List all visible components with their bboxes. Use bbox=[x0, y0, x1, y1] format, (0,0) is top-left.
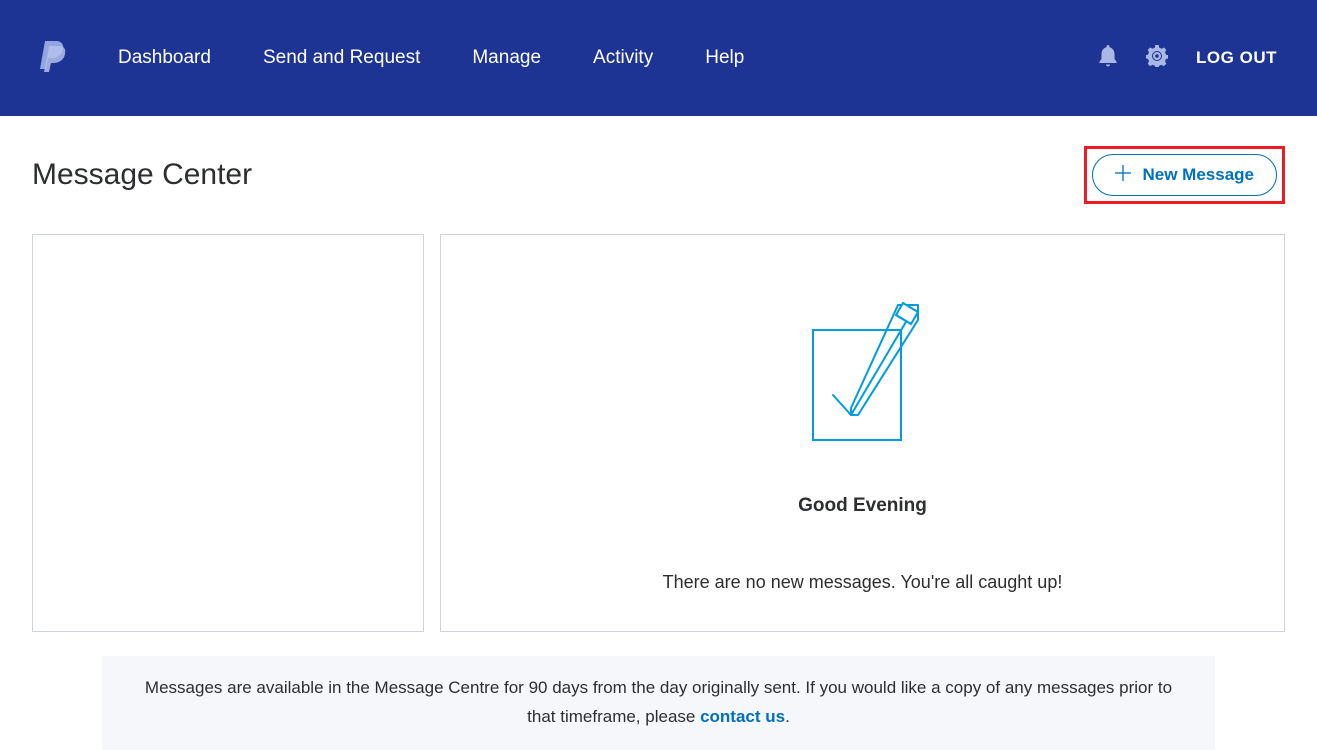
highlight-box: New Message bbox=[1084, 146, 1286, 204]
nav-dashboard[interactable]: Dashboard bbox=[118, 47, 211, 69]
compose-illustration-icon bbox=[803, 300, 923, 455]
footer-notice: Messages are available in the Message Ce… bbox=[102, 656, 1215, 750]
page-title: Message Center bbox=[32, 158, 252, 192]
notifications-button[interactable] bbox=[1098, 45, 1118, 72]
bell-icon bbox=[1098, 45, 1118, 72]
page-header: Message Center New Message bbox=[32, 146, 1285, 204]
nav-manage[interactable]: Manage bbox=[472, 47, 541, 69]
main-header: Dashboard Send and Request Manage Activi… bbox=[0, 0, 1317, 116]
logout-button[interactable]: LOG OUT bbox=[1196, 48, 1277, 68]
header-actions: LOG OUT bbox=[1098, 45, 1277, 72]
footer-text-2: . bbox=[785, 707, 790, 726]
greeting-text: Good Evening bbox=[798, 495, 927, 517]
message-list-panel bbox=[32, 234, 424, 632]
settings-button[interactable] bbox=[1146, 45, 1168, 72]
page-content: Message Center New Message bbox=[0, 116, 1317, 750]
footer-text-1: Messages are available in the Message Ce… bbox=[145, 678, 1172, 726]
nav-help[interactable]: Help bbox=[705, 47, 744, 69]
gear-icon bbox=[1146, 45, 1168, 72]
new-message-button[interactable]: New Message bbox=[1092, 154, 1278, 196]
plus-icon bbox=[1115, 165, 1131, 185]
main-nav: Dashboard Send and Request Manage Activi… bbox=[118, 47, 1098, 69]
nav-activity[interactable]: Activity bbox=[593, 47, 653, 69]
message-detail-panel: Good Evening There are no new messages. … bbox=[440, 234, 1285, 632]
paypal-logo-icon[interactable] bbox=[40, 39, 68, 78]
empty-state-text: There are no new messages. You're all ca… bbox=[663, 572, 1063, 593]
contact-us-link[interactable]: contact us bbox=[700, 707, 785, 726]
new-message-label: New Message bbox=[1143, 165, 1255, 185]
panels-container: Good Evening There are no new messages. … bbox=[32, 234, 1285, 632]
nav-send-request[interactable]: Send and Request bbox=[263, 47, 420, 69]
